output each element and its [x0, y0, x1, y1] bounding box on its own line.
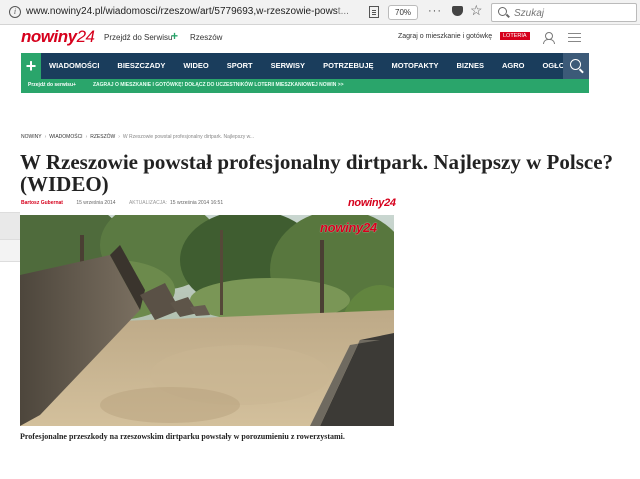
author-link[interactable]: Bartosz Gubernat: [21, 200, 63, 206]
source-logo-number: 24: [384, 197, 396, 209]
plus-icon[interactable]: +: [171, 29, 178, 43]
breadcrumb-item[interactable]: RZESZÓW: [90, 134, 115, 140]
logo-number: 24: [76, 27, 95, 46]
update-date: 15 września 2014 16:51: [170, 200, 224, 206]
publish-date: 15 września 2014: [76, 200, 116, 206]
update-label: AKTUALIZACJA:: [128, 200, 168, 206]
byline: Bartosz Gubernat 15 września 2014 AKTUAL…: [21, 200, 223, 206]
breadcrumb: NOWINY › WIADOMOŚCI › RZESZÓW › W Rzeszowie po…: [21, 134, 254, 140]
logo-text: nowiny: [21, 27, 77, 46]
bookmark-star-icon[interactable]: ☆: [470, 2, 483, 19]
search-icon: [498, 7, 507, 16]
article-image[interactable]: [20, 215, 394, 426]
source-logo-text: nowiny: [348, 197, 385, 209]
breadcrumb-separator: ›: [85, 134, 88, 140]
browser-toolbar: i www.nowiny24.pl/wiadomosci/rzeszow/art…: [0, 0, 640, 25]
city-selector[interactable]: Rzeszów: [190, 33, 222, 42]
nav-item-serwisy[interactable]: SERWISY: [262, 53, 314, 79]
site-header: nowiny24 Przejdź do Serwisu + Rzeszów Za…: [0, 25, 640, 50]
promo-strip[interactable]: Przejdź do serwisu+ ZAGRAJ O MIESZKANIE …: [21, 79, 589, 93]
image-caption: Profesjonalne przeszkody na rzeszowskim …: [20, 432, 345, 441]
url-bar[interactable]: www.nowiny24.pl/wiadomosci/rzeszow/art/5…: [26, 6, 366, 17]
site-logo[interactable]: nowiny24: [21, 27, 95, 47]
breadcrumb-separator: ›: [118, 134, 120, 140]
plus-icon[interactable]: +: [21, 53, 41, 79]
promo-strip-text[interactable]: ZAGRAJ O MIESZKANIE I GOTÓWKĘ! DOŁĄCZ DO…: [93, 82, 344, 88]
nav-item-wideo[interactable]: WIDEO: [174, 53, 217, 79]
promo-strip-label[interactable]: Przejdź do serwisu+: [28, 82, 76, 88]
watermark-number: 24: [362, 220, 377, 235]
source-logo: nowiny24: [348, 197, 396, 209]
breadcrumb-separator: ›: [44, 134, 47, 140]
article-title: W Rzeszowie powstał profesjonalny dirtpa…: [20, 150, 614, 196]
hamburger-menu-icon[interactable]: [568, 33, 581, 34]
breadcrumb-item[interactable]: WIADOMOŚCI: [49, 134, 82, 140]
user-icon[interactable]: [543, 32, 555, 44]
watermark-text: nowiny: [320, 220, 363, 235]
reader-view-icon[interactable]: [369, 6, 379, 18]
lottery-badge[interactable]: LOTERIA: [500, 32, 530, 40]
nav-item-bieszczady[interactable]: BIESZCZADY: [108, 53, 174, 79]
nav-item-motofakty[interactable]: MOTOFAKTY: [383, 53, 448, 79]
image-watermark: nowiny24: [320, 220, 377, 235]
nav-item-wiadomosci[interactable]: WIADOMOŚCI: [41, 53, 108, 79]
breadcrumb-item[interactable]: NOWINY: [21, 134, 42, 140]
nav-item-sport[interactable]: SPORT: [218, 53, 262, 79]
zoom-level[interactable]: 70%: [388, 5, 419, 20]
main-nav: + WIADOMOŚCI BIESZCZADY WIDEO SPORT SERW…: [21, 53, 592, 79]
lottery-promo-link[interactable]: Zagraj o mieszkanie i gotówkę: [398, 33, 492, 40]
url-text-faded: t...: [337, 6, 349, 17]
nav-item-biznes[interactable]: BIZNES: [447, 53, 493, 79]
goto-service-link[interactable]: Przejdź do Serwisu: [104, 33, 172, 42]
share-tab[interactable]: [0, 240, 20, 262]
url-text: www.nowiny24.pl/wiadomosci/rzeszow/art/5…: [26, 6, 338, 17]
update-info: AKTUALIZACJA: 15 września 2014 16:51: [129, 200, 223, 206]
browser-search-input[interactable]: [514, 6, 629, 20]
nav-item-potrzebuje[interactable]: POTRZEBUJĘ: [314, 53, 382, 79]
browser-search-box[interactable]: [491, 3, 637, 22]
nav-items: WIADOMOŚCI BIESZCZADY WIDEO SPORT SERWIS…: [41, 53, 601, 79]
share-tab[interactable]: [0, 212, 20, 240]
info-icon[interactable]: i: [9, 6, 21, 18]
more-icon[interactable]: ···: [428, 5, 442, 17]
dirtpark-photo: [20, 215, 394, 426]
nav-item-agro[interactable]: AGRO: [493, 53, 534, 79]
pocket-icon[interactable]: [452, 6, 463, 16]
breadcrumb-current: W Rzeszowie powstał profesjonalny dirtpa…: [122, 134, 255, 140]
nav-search-icon[interactable]: [563, 53, 589, 79]
